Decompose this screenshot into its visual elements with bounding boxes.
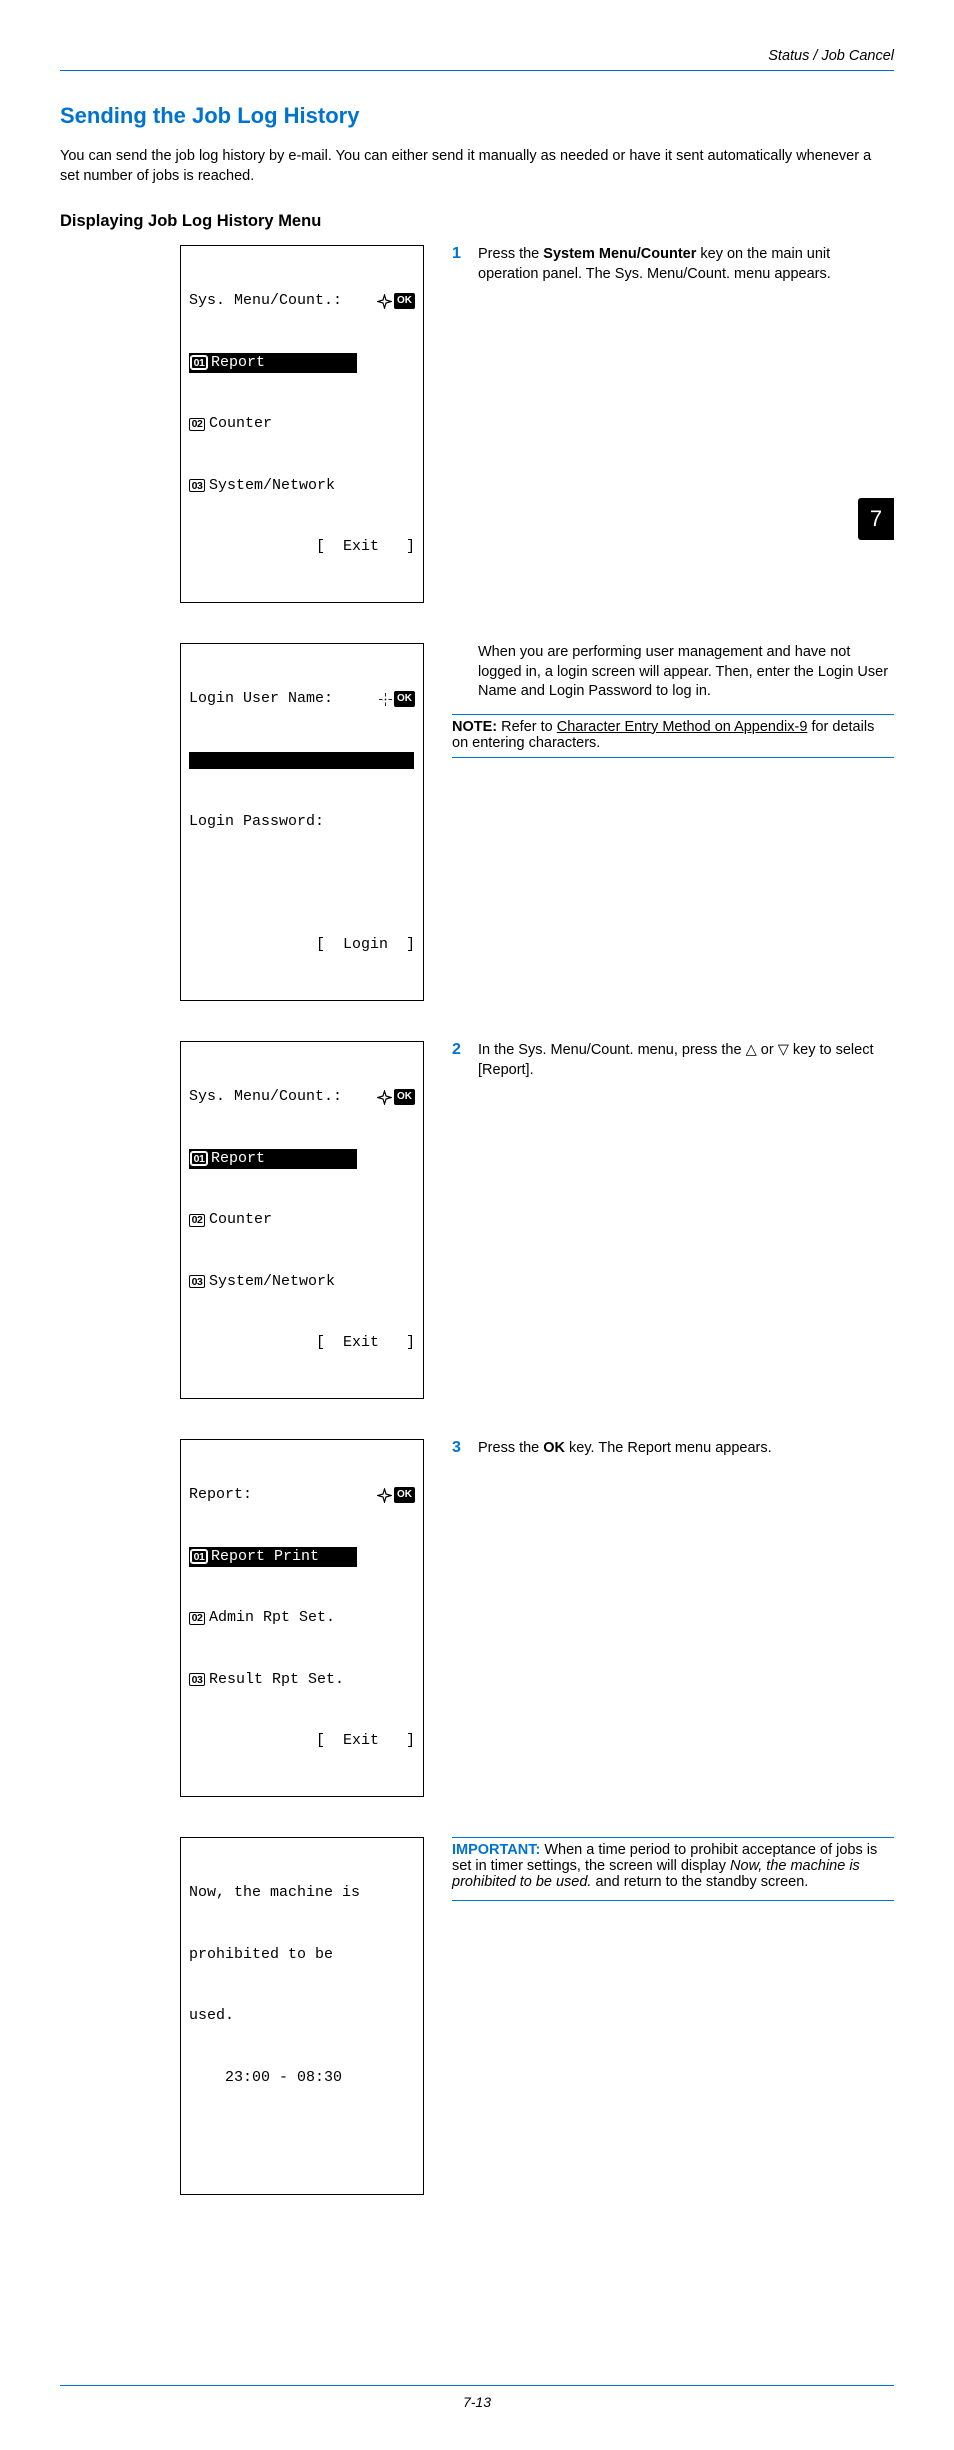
arrow-ok-icon: OK	[377, 1487, 415, 1503]
header-right: Status / Job Cancel	[60, 48, 894, 64]
panel4-title: Report:	[189, 1485, 252, 1505]
panel1-exit: [ Exit ]	[316, 537, 415, 557]
step-3-number: 3	[452, 1439, 478, 1457]
panel4-item2: Admin Rpt Set.	[209, 1608, 335, 1628]
login-paragraph: When you are performing user management …	[452, 643, 894, 702]
up-triangle-icon: △	[746, 1041, 757, 1061]
num-02-icon: 02	[189, 1612, 205, 1625]
panel3-item2: Counter	[209, 1210, 272, 1230]
footer-divider	[60, 2385, 894, 2386]
step-1-text: Press the System Menu/Counter key on the…	[478, 245, 894, 284]
step-1-number: 1	[452, 245, 478, 263]
arrow-small-ok-icon: OK	[379, 691, 415, 707]
num-01-icon: 01	[191, 1550, 207, 1563]
lcd-panel-login: Login User Name: OK Login Password: [ Lo…	[180, 643, 424, 1001]
header-divider	[60, 70, 894, 71]
panel1-item1: Report	[211, 354, 265, 371]
step-2-text: In the Sys. Menu/Count. menu, press the …	[478, 1041, 894, 1080]
num-01-icon: 01	[191, 1152, 207, 1165]
down-triangle-icon: ▽	[778, 1041, 789, 1061]
num-01-icon: 01	[191, 356, 207, 369]
panel5-l2: prohibited to be	[189, 1945, 333, 1965]
panel5-l3: used.	[189, 2006, 234, 2026]
lcd-panel-prohibit: Now, the machine is prohibited to be use…	[180, 1837, 424, 2195]
panel1-item2: Counter	[209, 414, 272, 434]
lcd-panel-report: Report: OK 01 Report Print 02 Admin Rpt Se…	[180, 1439, 424, 1797]
ok-badge: OK	[394, 1089, 415, 1105]
panel4-item1: Report Print	[211, 1548, 319, 1565]
note-block: NOTE: Refer to Character Entry Method on…	[452, 714, 894, 758]
num-02-icon: 02	[189, 418, 205, 431]
step-3-text: Press the OK key. The Report menu appear…	[478, 1439, 772, 1459]
num-03-icon: 03	[189, 1275, 205, 1288]
panel4-exit: [ Exit ]	[316, 1731, 415, 1751]
ok-badge: OK	[394, 691, 415, 707]
lcd-panel-sysmenu-2: Sys. Menu/Count.: OK 01Report 02Counter …	[180, 1041, 424, 1399]
intro-paragraph: You can send the job log history by e-ma…	[60, 147, 894, 186]
panel1-item3: System/Network	[209, 476, 335, 496]
panel1-title: Sys. Menu/Count.:	[189, 291, 342, 311]
important-label: IMPORTANT:	[452, 1842, 540, 1858]
ok-badge: OK	[394, 293, 415, 309]
num-02-icon: 02	[189, 1214, 205, 1227]
num-03-icon: 03	[189, 1673, 205, 1686]
important-block: IMPORTANT: When a time period to prohibi…	[452, 1837, 894, 1901]
ok-badge: OK	[394, 1487, 415, 1503]
arrow-ok-icon: OK	[377, 1089, 415, 1105]
page-title: Sending the Job Log History	[60, 103, 894, 129]
panel2-row2: Login Password:	[189, 812, 324, 832]
panel5-l4: 23:00 - 08:30	[189, 2068, 342, 2088]
step-2-number: 2	[452, 1041, 478, 1059]
chapter-tab: 7	[858, 498, 894, 540]
panel3-title: Sys. Menu/Count.:	[189, 1087, 342, 1107]
panel5-l1: Now, the machine is	[189, 1883, 360, 1903]
sub-heading: Displaying Job Log History Menu	[60, 212, 894, 231]
panel3-item3: System/Network	[209, 1272, 335, 1292]
panel2-login: [ Login ]	[316, 935, 415, 955]
panel2-title: Login User Name:	[189, 689, 333, 709]
lcd-panel-sysmenu-1: Sys. Menu/Count.: OK 01Report 02Counter …	[180, 245, 424, 603]
page-number: 7-13	[60, 2394, 894, 2410]
num-03-icon: 03	[189, 479, 205, 492]
panel3-exit: [ Exit ]	[316, 1333, 415, 1353]
note-label: NOTE:	[452, 719, 497, 735]
arrow-ok-icon: OK	[377, 293, 415, 309]
panel4-item3: Result Rpt Set.	[209, 1670, 344, 1690]
note-link[interactable]: Character Entry Method on Appendix-9	[557, 719, 808, 735]
panel3-item1: Report	[211, 1150, 265, 1167]
